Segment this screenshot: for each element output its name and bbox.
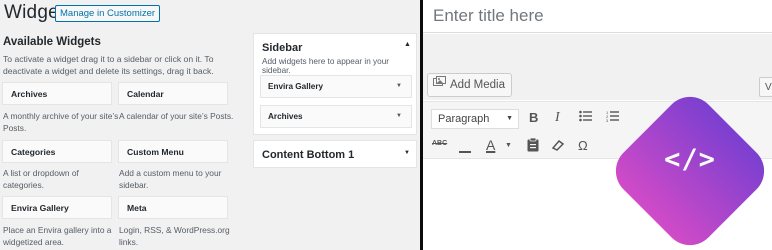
bold-icon[interactable]: B — [529, 110, 538, 125]
post-title-placeholder: Enter title here — [433, 6, 544, 25]
manage-in-customizer-button[interactable]: Manage in Customizer — [55, 5, 161, 22]
sidebar-area-title[interactable]: Sidebar — [262, 42, 302, 54]
widget-custom-menu-desc: Add a custom menu to your sidebar. — [119, 168, 222, 190]
italic-icon[interactable]: I — [555, 110, 560, 126]
sidebar-widget-area: Sidebar ▲ Add widgets here to appear in … — [253, 33, 417, 135]
widget-custom-menu[interactable]: Custom Menu — [118, 140, 228, 163]
chevron-down-icon[interactable]: ▼ — [505, 142, 512, 149]
post-title-input[interactable]: Enter title here — [423, 0, 772, 33]
clear-formatting-icon[interactable] — [551, 139, 565, 154]
format-select[interactable]: Paragraph ▼ — [431, 109, 519, 129]
widget-archives[interactable]: Archives — [2, 82, 112, 105]
sidebar-widget-label: Envira Gallery — [268, 82, 324, 91]
sidebar-widget-archives[interactable]: Archives ▼ — [260, 105, 412, 128]
widgets-screen: Widgets Manage in Customizer Available W… — [0, 0, 420, 250]
chevron-down-icon: ▼ — [506, 115, 513, 122]
widget-meta-desc: Login, RSS, & WordPress.org links. — [119, 225, 230, 247]
expand-arrow-icon[interactable]: ▼ — [404, 150, 410, 156]
sidebar-widget-envira-gallery[interactable]: Envira Gallery ▼ — [260, 75, 412, 98]
horizontal-rule-icon[interactable] — [459, 143, 471, 157]
media-icon — [433, 74, 447, 96]
sidebar-widget-label: Archives — [268, 112, 303, 121]
widget-envira-gallery-desc: Place an Envira gallery into a widgetize… — [3, 225, 112, 247]
content-bottom-title: Content Bottom 1 — [262, 149, 355, 161]
strikethrough-icon[interactable]: ABC — [432, 140, 447, 147]
bullet-list-icon[interactable] — [579, 110, 592, 125]
expand-arrow-icon[interactable]: ▼ — [396, 113, 402, 119]
widget-categories-desc: A list or dropdown of categories. — [3, 168, 79, 190]
widget-calendar-desc: A calendar of your site’s Posts. — [119, 111, 234, 121]
collapse-arrow-icon[interactable]: ▲ — [404, 41, 411, 48]
add-media-button[interactable]: Add Media — [427, 73, 512, 97]
widget-calendar[interactable]: Calendar — [118, 82, 228, 105]
widget-meta[interactable]: Meta — [118, 196, 228, 219]
expand-arrow-icon[interactable]: ▼ — [396, 83, 402, 89]
format-select-value: Paragraph — [438, 113, 490, 125]
paste-text-icon[interactable] — [527, 137, 539, 155]
widget-archives-desc: A monthly archive of your site’s Posts. — [3, 111, 119, 133]
content-bottom-widget-area[interactable]: Content Bottom 1 ▼ — [253, 140, 417, 168]
code-badge-label: </> — [664, 144, 716, 175]
available-widgets-heading: Available Widgets — [3, 36, 101, 48]
special-character-icon[interactable]: Ω — [578, 138, 588, 153]
widget-categories[interactable]: Categories — [2, 140, 112, 163]
widget-envira-gallery[interactable]: Envira Gallery — [2, 196, 112, 219]
text-color-icon[interactable]: A — [486, 137, 495, 153]
add-media-label: Add Media — [450, 79, 505, 92]
available-widgets-description: To activate a widget drag it to a sideba… — [3, 54, 214, 76]
sidebar-area-description: Add widgets here to appear in your sideb… — [262, 57, 389, 75]
